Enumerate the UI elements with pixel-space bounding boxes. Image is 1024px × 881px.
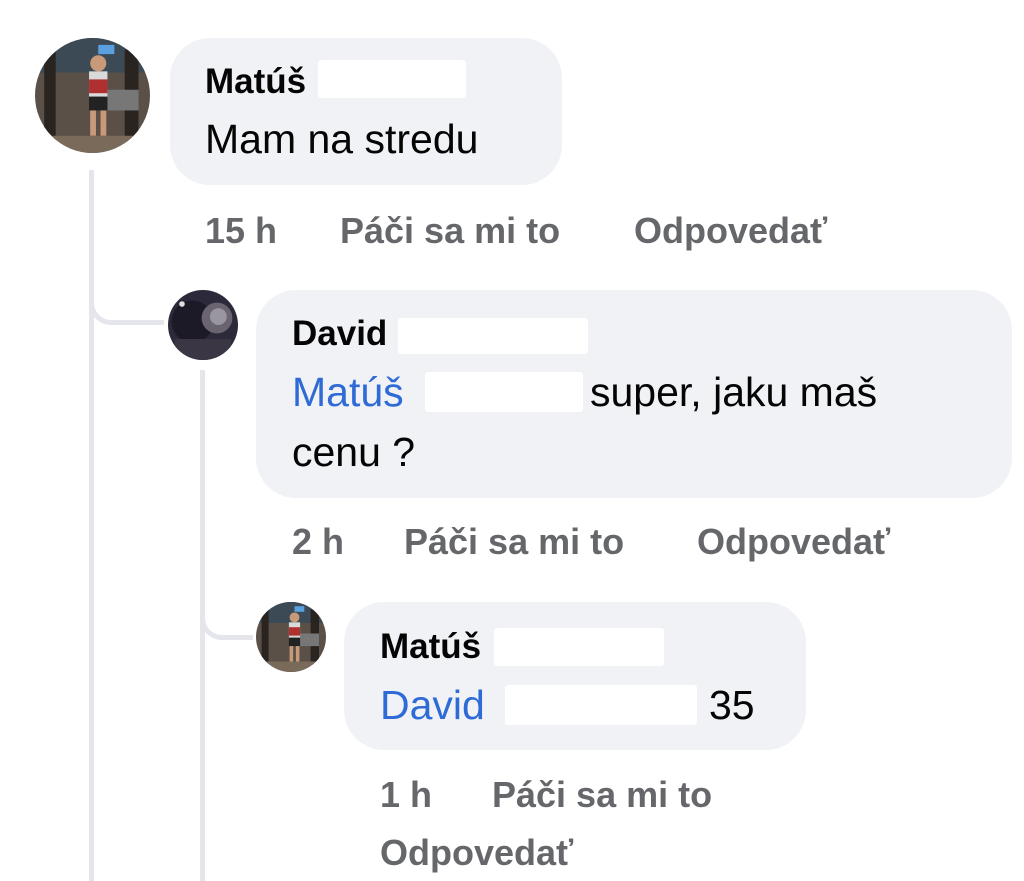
- comment-author[interactable]: Matúš: [380, 627, 481, 667]
- redacted-name: [398, 318, 588, 354]
- avatar-david[interactable]: [168, 290, 238, 360]
- avatar-photo-icon: [168, 290, 238, 360]
- reply-button[interactable]: Odpovedať: [697, 521, 890, 563]
- mention-link[interactable]: David: [380, 676, 485, 734]
- like-button[interactable]: Páči sa mi to: [404, 521, 624, 563]
- avatar-photo-icon: [256, 602, 326, 672]
- mention-link[interactable]: Matúš: [292, 363, 404, 421]
- comment-text: super, jaku maš: [590, 369, 878, 415]
- comment-text: 35: [709, 682, 755, 728]
- thread-connector-reply-1: [89, 270, 164, 325]
- like-button[interactable]: Páči sa mi to: [340, 210, 560, 252]
- like-button[interactable]: Páči sa mi to: [492, 774, 712, 816]
- redacted-name: [494, 628, 664, 666]
- comment-author[interactable]: Matúš: [205, 62, 306, 102]
- comment-author[interactable]: David: [292, 314, 387, 354]
- redacted-name: [318, 60, 466, 98]
- thread-connector-reply-2: [200, 585, 253, 640]
- comment-timestamp[interactable]: 2 h: [292, 521, 344, 563]
- comment-text: Mam na stredu: [205, 116, 479, 162]
- reply-button[interactable]: Odpovedať: [380, 832, 573, 874]
- avatar-matus[interactable]: [35, 38, 150, 153]
- redacted-name: [425, 372, 583, 412]
- avatar-matus[interactable]: [256, 602, 326, 672]
- comment-timestamp[interactable]: 15 h: [205, 210, 277, 252]
- reply-button[interactable]: Odpovedať: [634, 210, 827, 252]
- redacted-name: [505, 685, 697, 725]
- comment-timestamp[interactable]: 1 h: [380, 774, 432, 816]
- comment-text: cenu ?: [292, 429, 416, 475]
- avatar-photo-icon: [35, 38, 150, 153]
